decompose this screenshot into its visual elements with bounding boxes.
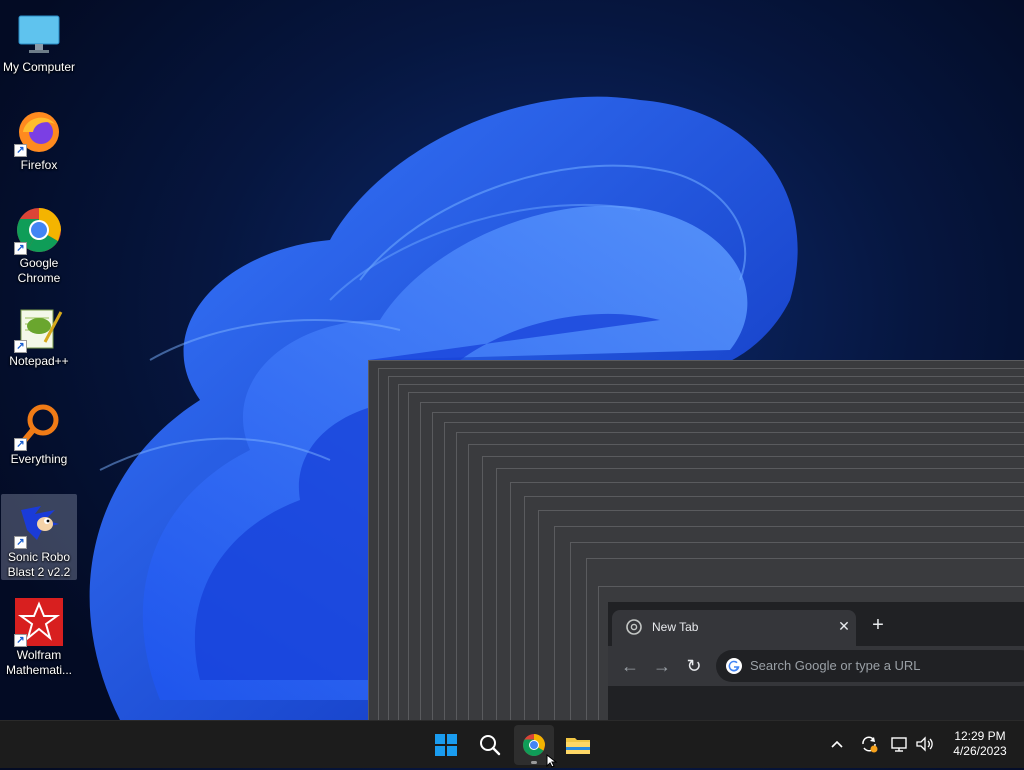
desktop-icon-label: Firefox <box>20 158 58 172</box>
clock-date: 4/26/2023 <box>953 744 1007 758</box>
forward-arrow-icon[interactable]: → <box>650 654 674 678</box>
shortcut-arrow-icon: ↗ <box>14 340 27 353</box>
desktop-icon-google-chrome[interactable]: ↗ Google Chrome <box>1 200 77 286</box>
desktop-icon-firefox[interactable]: ↗ Firefox <box>1 102 77 188</box>
show-hidden-icons-chevron[interactable] <box>826 733 848 755</box>
sync-icon <box>862 736 878 753</box>
shortcut-arrow-icon: ↗ <box>14 144 27 157</box>
taskbar-file-explorer-button[interactable] <box>558 725 598 765</box>
chrome-window[interactable]: New Tab ✕ + ← → ↻ Search Google or type … <box>608 602 1024 720</box>
shortcut-arrow-icon: ↗ <box>14 242 27 255</box>
address-bar-placeholder: Search Google or type a URL <box>750 658 921 673</box>
shortcut-arrow-icon: ↗ <box>14 438 27 451</box>
tray-volume-button[interactable] <box>914 733 936 755</box>
clock-time: 12:29 PM <box>954 729 1006 743</box>
desktop-icon-label: My Computer <box>2 60 76 74</box>
desktop-icon-label: Everything <box>10 452 68 466</box>
tray-sync-button[interactable] <box>858 733 880 755</box>
new-tab-button[interactable]: + <box>866 614 890 638</box>
taskbar: 12:29 PM 4/26/2023 <box>0 720 1024 768</box>
search-icon <box>480 735 501 756</box>
chrome-toolbar: ← → ↻ Search Google or type a URL <box>608 646 1024 686</box>
taskbar-search-button[interactable] <box>470 725 510 765</box>
desktop-icon-label: Notepad++ <box>9 354 69 368</box>
desktop-icon-label: Sonic Robo Blast 2 v2.2 <box>7 550 71 579</box>
tab-new-tab[interactable]: New Tab ✕ <box>612 610 856 646</box>
speaker-icon <box>916 736 933 752</box>
shortcut-arrow-icon: ↗ <box>14 536 27 549</box>
desktop-icon-notepad-plus-plus[interactable]: ↗ Notepad++ <box>1 298 77 384</box>
wolfram-icon: ↗ <box>14 598 63 647</box>
sonic-icon: ↗ <box>14 500 63 549</box>
folder-icon <box>566 738 590 754</box>
notepad-plus-plus-icon: ↗ <box>14 304 63 353</box>
magnifier-icon: ↗ <box>14 402 63 451</box>
shortcut-arrow-icon: ↗ <box>14 634 27 647</box>
desktop-icon-label: Wolfram Mathemati... <box>5 648 73 677</box>
desktop-icon-label: Google Chrome <box>17 256 61 285</box>
chrome-tab-strip[interactable]: New Tab ✕ + <box>608 602 1024 646</box>
reload-icon[interactable]: ↻ <box>682 654 706 678</box>
windows-logo-icon <box>435 734 457 756</box>
tab-close-icon[interactable]: ✕ <box>834 616 854 636</box>
taskbar-clock[interactable]: 12:29 PM 4/26/2023 <box>944 729 1016 759</box>
tray-network-button[interactable] <box>888 733 910 755</box>
firefox-icon: ↗ <box>14 108 63 157</box>
chevron-up-icon <box>831 740 843 748</box>
desktop-icon-wolfram-mathematica[interactable]: ↗ Wolfram Mathemati... <box>1 592 77 678</box>
tab-title: New Tab <box>652 620 699 634</box>
chrome-tab-icon <box>626 619 642 635</box>
chrome-icon: ↗ <box>14 206 63 255</box>
desktop-icon-sonic-robo-blast[interactable]: ↗ Sonic Robo Blast 2 v2.2 <box>1 494 77 580</box>
desktop-icon-everything[interactable]: ↗ Everything <box>1 396 77 482</box>
address-bar[interactable]: Search Google or type a URL <box>716 650 1024 682</box>
network-icon <box>891 737 907 752</box>
monitor-icon <box>15 10 63 58</box>
start-button[interactable] <box>426 725 466 765</box>
back-arrow-icon[interactable]: ← <box>618 654 642 678</box>
running-indicator <box>531 761 537 764</box>
google-g-icon <box>726 658 742 674</box>
desktop-icon-my-computer[interactable]: My Computer <box>1 4 77 90</box>
mouse-cursor-icon <box>546 754 558 768</box>
